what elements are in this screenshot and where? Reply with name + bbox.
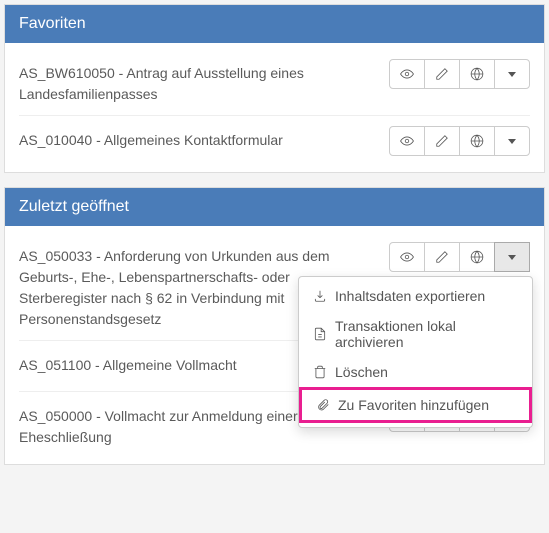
- edit-button[interactable]: [424, 59, 460, 89]
- paperclip-icon: [316, 398, 330, 412]
- favorites-header: Favoriten: [5, 5, 544, 43]
- favorites-body: AS_BW610050 - Antrag auf Ausstellung ein…: [5, 43, 544, 172]
- edit-button[interactable]: [424, 242, 460, 272]
- export-icon: [313, 289, 327, 303]
- file-icon: [313, 327, 327, 341]
- chevron-down-icon: [508, 72, 516, 77]
- add-favorite-label: Zu Favoriten hinzufügen: [338, 397, 489, 413]
- archive-item[interactable]: Transaktionen lokal archivieren: [299, 311, 532, 357]
- delete-label: Löschen: [335, 364, 388, 380]
- item-label: AS_010040 - Allgemeines Kontaktformular: [19, 126, 389, 151]
- recent-header: Zuletzt geöffnet: [5, 188, 544, 226]
- action-group: Inhaltsdaten exportieren Transaktionen l…: [389, 242, 530, 272]
- favorites-panel: Favoriten AS_BW610050 - Antrag auf Ausst…: [4, 4, 545, 173]
- globe-button[interactable]: [459, 126, 495, 156]
- globe-button[interactable]: [459, 59, 495, 89]
- archive-label: Transaktionen lokal archivieren: [335, 318, 518, 350]
- recent-body: AS_050033 - Anforderung von Urkunden aus…: [5, 226, 544, 464]
- view-button[interactable]: [389, 242, 425, 272]
- dropdown-menu: Inhaltsdaten exportieren Transaktionen l…: [298, 276, 533, 428]
- add-favorite-item[interactable]: Zu Favoriten hinzufügen: [299, 387, 532, 423]
- trash-icon: [313, 365, 327, 379]
- export-item[interactable]: Inhaltsdaten exportieren: [299, 281, 532, 311]
- edit-button[interactable]: [424, 126, 460, 156]
- globe-button[interactable]: [459, 242, 495, 272]
- chevron-down-icon: [508, 255, 516, 260]
- item-label: AS_BW610050 - Antrag auf Ausstellung ein…: [19, 59, 389, 105]
- delete-item[interactable]: Löschen: [299, 357, 532, 387]
- action-group: [389, 126, 530, 156]
- more-button[interactable]: [494, 59, 530, 89]
- view-button[interactable]: [389, 59, 425, 89]
- list-item: AS_050033 - Anforderung von Urkunden aus…: [19, 232, 530, 341]
- more-button[interactable]: [494, 126, 530, 156]
- recent-panel: Zuletzt geöffnet AS_050033 - Anforderung…: [4, 187, 545, 465]
- list-item: AS_010040 - Allgemeines Kontaktformular: [19, 116, 530, 166]
- export-label: Inhaltsdaten exportieren: [335, 288, 485, 304]
- action-group: [389, 59, 530, 89]
- more-button[interactable]: [494, 242, 530, 272]
- view-button[interactable]: [389, 126, 425, 156]
- list-item: AS_BW610050 - Antrag auf Ausstellung ein…: [19, 49, 530, 116]
- chevron-down-icon: [508, 139, 516, 144]
